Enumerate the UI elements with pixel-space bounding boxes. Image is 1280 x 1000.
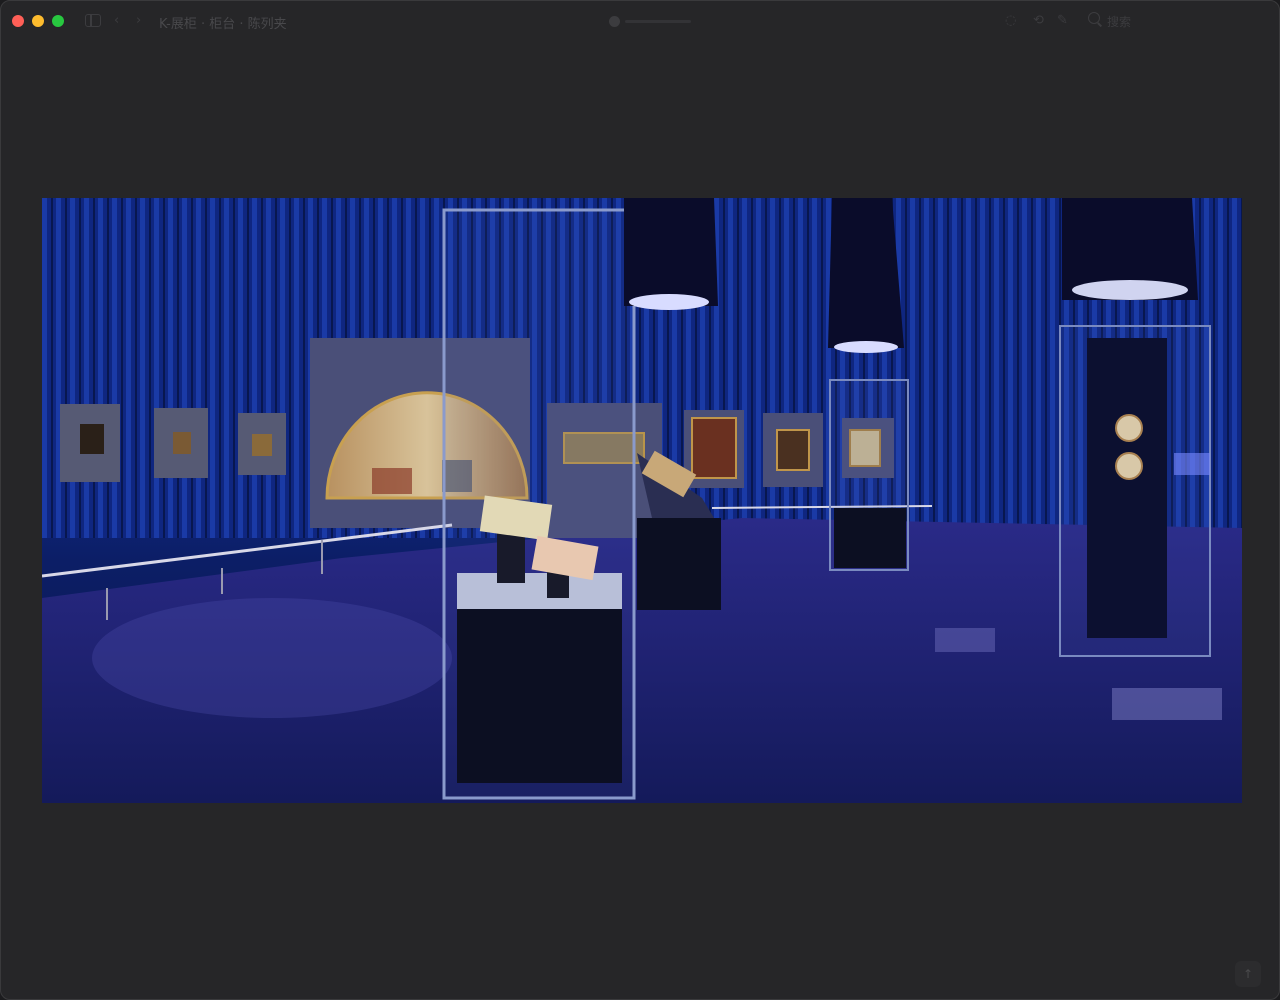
vitrine-pedestal <box>457 603 622 783</box>
title-bar: ‹ › K-展柜 · 柜台 · 陈列夹 ◌ ⟲ ✎ 搜索 <box>1 1 1279 41</box>
portrait-painting <box>691 417 737 479</box>
rotate-icon[interactable]: ⟲ <box>1033 14 1044 28</box>
sidebar-toggle-icon[interactable] <box>85 14 101 27</box>
zoom-slider-knob[interactable] <box>609 16 620 27</box>
share-icon[interactable]: ◌ <box>1005 14 1016 28</box>
chevron-right-icon[interactable]: › <box>136 14 141 28</box>
medallion <box>1115 452 1143 480</box>
ceiling-lamp <box>828 198 904 348</box>
close-window-button[interactable] <box>12 15 24 27</box>
chevron-left-icon[interactable]: ‹ <box>114 14 119 28</box>
portrait-painting <box>776 429 810 471</box>
search-icon[interactable] <box>1088 12 1100 24</box>
window-title: K-展柜 · 柜台 · 陈列夹 <box>159 17 287 32</box>
markup-icon[interactable]: ✎ <box>1057 14 1068 28</box>
medallion <box>1115 414 1143 442</box>
zoom-slider[interactable] <box>625 20 691 23</box>
image-viewer-window: ‹ › K-展柜 · 柜台 · 陈列夹 ◌ ⟲ ✎ 搜索 ↑ <box>0 0 1280 1000</box>
ceiling-lamp <box>624 198 718 306</box>
search-label[interactable]: 搜索 <box>1107 13 1131 30</box>
exhibition-photo <box>42 198 1242 803</box>
scroll-up-icon[interactable]: ↑ <box>1235 961 1261 987</box>
minimize-window-button[interactable] <box>32 15 44 27</box>
zoom-window-button[interactable] <box>52 15 64 27</box>
exhibition-illustration <box>42 198 1242 803</box>
